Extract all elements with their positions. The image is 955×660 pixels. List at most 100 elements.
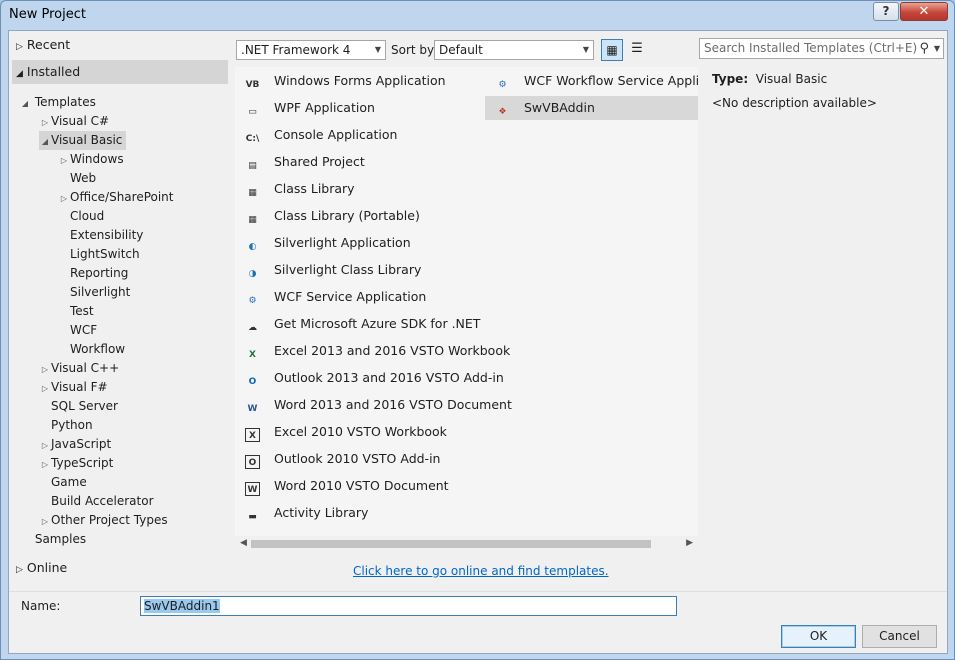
tree-item-extensibility[interactable]: Extensibility [58, 226, 143, 245]
sort-by-dropdown[interactable]: Default ▼ [434, 40, 594, 60]
tree-item-reporting[interactable]: Reporting [58, 264, 128, 283]
tree-item-templates[interactable]: ◢ Templates [19, 93, 96, 112]
template-class-library-portable[interactable]: ▦ Class Library (Portable) [235, 204, 485, 228]
template-list-horizontal-scrollbar[interactable]: ◀ ▶ [235, 536, 698, 552]
tree-item-sql-server[interactable]: SQL Server [39, 397, 118, 416]
tree-item-label: Extensibility [70, 228, 144, 242]
chevron-right-icon[interactable]: ▷ [39, 436, 51, 455]
template-class-library[interactable]: ▦ Class Library [235, 177, 485, 201]
template-label: Activity Library [274, 505, 369, 520]
tree-item-other-project-types[interactable]: ▷ Other Project Types [39, 511, 168, 530]
chevron-right-icon[interactable]: ▷ [58, 189, 70, 208]
title-bar: New Project ? ✕ [1, 1, 954, 30]
silverlight-library-icon: ◑ [248, 269, 257, 279]
template-wpf-application[interactable]: ▭ WPF Application [235, 96, 485, 120]
tree-item-online[interactable]: ▷ Online [12, 556, 228, 580]
tree-item-windows[interactable]: ▷ Windows [58, 150, 124, 169]
template-label: Excel 2010 VSTO Workbook [274, 424, 447, 439]
find-online-templates-link[interactable]: Click here to go online and find templat… [353, 564, 609, 578]
tree-item-visual-basic[interactable]: ◢ Visual Basic [39, 131, 127, 151]
small-icons-view-button[interactable]: ▦ [601, 39, 623, 61]
window-title: New Project [9, 7, 86, 22]
tree-item-lightswitch[interactable]: LightSwitch [58, 245, 140, 264]
tree-item-wcf[interactable]: WCF [58, 321, 97, 340]
list-view-button[interactable]: ☰ [626, 39, 648, 61]
tree-item-label: Reporting [70, 266, 129, 280]
tree-item-silverlight[interactable]: Silverlight [58, 283, 130, 302]
tree-item-game[interactable]: Game [39, 473, 87, 492]
template-get-microsoft-azure-sdk-for-net[interactable]: ☁ Get Microsoft Azure SDK for .NET [235, 312, 485, 336]
template-label: Word 2013 and 2016 VSTO Document [274, 397, 512, 412]
cancel-button[interactable]: Cancel [862, 625, 937, 648]
scroll-right-arrow-icon[interactable]: ▶ [686, 538, 693, 548]
template-wcf-service-application[interactable]: ⚙ WCF Service Application [235, 285, 485, 309]
template-swvbaddin[interactable]: ❖ SwVBAddin [485, 96, 698, 120]
tree-item-label: Workflow [70, 342, 126, 356]
search-installed-templates-input[interactable]: Search Installed Templates (Ctrl+E) ⚲ ▼ [699, 38, 944, 59]
tree-item-samples[interactable]: Samples [19, 530, 86, 549]
word-icon: W [247, 404, 258, 414]
help-button[interactable]: ? [873, 2, 899, 21]
template-category-tree: ▷ Recent ◢ Installed ◢ Templates ▷ Visual… [9, 31, 231, 591]
chevron-right-icon[interactable]: ▷ [58, 151, 70, 170]
template-console-application[interactable]: C:\ Console Application [235, 123, 485, 147]
template-windows-forms-application[interactable]: VB Windows Forms Application [235, 69, 485, 93]
template-description-pane: Type: Visual Basic <No description avail… [699, 67, 944, 551]
template-label: Word 2010 VSTO Document [274, 478, 449, 493]
tree-item-office-sharepoint[interactable]: ▷ Office/SharePoint [58, 188, 174, 207]
tree-item-typescript[interactable]: ▷ TypeScript [39, 454, 113, 473]
tree-item-cloud[interactable]: Cloud [58, 207, 104, 226]
type-label: Type: [712, 72, 749, 86]
template-label: WPF Application [274, 100, 375, 115]
tree-item-test[interactable]: Test [58, 302, 94, 321]
tree-item-visual-c-[interactable]: ▷ Visual C# [39, 112, 109, 131]
scroll-left-arrow-icon[interactable]: ◀ [240, 538, 247, 548]
chevron-right-icon[interactable]: ▷ [39, 512, 51, 531]
tree-item-installed[interactable]: ◢ Installed [12, 60, 228, 84]
sort-by-value: Default [439, 43, 483, 57]
chevron-down-icon: ◢ [21, 99, 29, 108]
template-silverlight-class-library[interactable]: ◑ Silverlight Class Library [235, 258, 485, 282]
template-outlook-2010-vsto-add-in[interactable]: O Outlook 2010 VSTO Add-in [235, 447, 485, 471]
ok-button[interactable]: OK [781, 625, 856, 648]
template-label: Console Application [274, 127, 398, 142]
tree-item-label: Visual C++ [51, 361, 120, 375]
tree-item-build-accelerator[interactable]: Build Accelerator [39, 492, 154, 511]
tree-item-label: Web [70, 171, 97, 185]
project-name-input[interactable]: SwVBAddin1 [140, 596, 677, 616]
tree-item-web[interactable]: Web [58, 169, 96, 188]
tree-item-label: Visual Basic [51, 133, 123, 147]
search-icon[interactable]: ⚲ [919, 39, 929, 58]
tree-item-visual-c-[interactable]: ▷ Visual C++ [39, 359, 119, 378]
cloud-icon: ☁ [248, 323, 257, 333]
close-button[interactable]: ✕ [900, 2, 948, 21]
chevron-right-icon[interactable]: ▷ [39, 360, 51, 379]
chevron-down-icon: ◢ [16, 69, 23, 79]
template-excel-2010-vsto-workbook[interactable]: X Excel 2010 VSTO Workbook [235, 420, 485, 444]
grid-view-icon: ▦ [606, 43, 618, 57]
template-activity-library[interactable]: ▬ Activity Library [235, 501, 485, 525]
chevron-down-icon[interactable]: ◢ [39, 132, 51, 151]
framework-dropdown[interactable]: .NET Framework 4 ▼ [236, 40, 386, 60]
chevron-right-icon[interactable]: ▷ [39, 113, 51, 132]
chevron-right-icon[interactable]: ▷ [39, 379, 51, 398]
tree-item-workflow[interactable]: Workflow [58, 340, 125, 359]
chevron-right-icon[interactable]: ▷ [39, 455, 51, 474]
tree-item-visual-f-[interactable]: ▷ Visual F# [39, 378, 108, 397]
template-word-2013-and-2016-vsto-document[interactable]: W Word 2013 and 2016 VSTO Document [235, 393, 512, 417]
template-silverlight-application[interactable]: ◐ Silverlight Application [235, 231, 485, 255]
template-wcf-workflow-service-applicatic[interactable]: ⚙ WCF Workflow Service Applicatic [485, 69, 729, 93]
tree-item-label: Test [70, 304, 94, 318]
tree-item-javascript[interactable]: ▷ JavaScript [39, 435, 111, 454]
tree-item-python[interactable]: Python [39, 416, 93, 435]
template-shared-project[interactable]: ▤ Shared Project [235, 150, 485, 174]
chevron-down-icon[interactable]: ▼ [934, 39, 940, 58]
list-view-icon: ☰ [631, 41, 643, 56]
template-excel-2013-and-2016-vsto-workbook[interactable]: X Excel 2013 and 2016 VSTO Workbook [235, 339, 510, 363]
tree-item-label: SQL Server [51, 399, 118, 413]
excel-icon: X [249, 350, 256, 360]
template-outlook-2013-and-2016-vsto-add-in[interactable]: O Outlook 2013 and 2016 VSTO Add-in [235, 366, 504, 390]
scrollbar-thumb[interactable] [251, 540, 651, 548]
tree-item-recent[interactable]: ▷ Recent [12, 33, 228, 57]
template-word-2010-vsto-document[interactable]: W Word 2010 VSTO Document [235, 474, 485, 498]
